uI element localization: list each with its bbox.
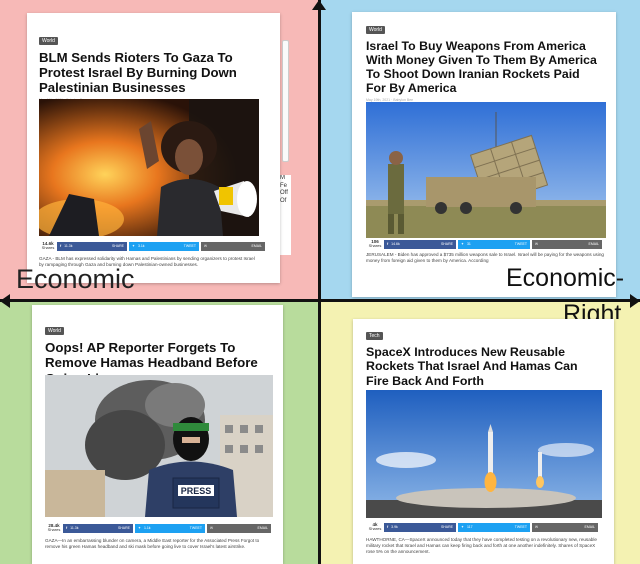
email-share-button[interactable]: ✉ EMAIL <box>201 241 265 251</box>
facebook-share-button[interactable]: f 11.3k SHARE <box>57 241 127 251</box>
email-icon: ✉ <box>535 525 538 529</box>
article-card-israel-weapons[interactable]: World Israel To Buy Weapons From America… <box>352 12 616 297</box>
twitter-share-button[interactable]: ✦ 1.1k TWEET <box>135 523 205 533</box>
article-excerpt: JERUSALEM - Biden has approved a $735 mi… <box>366 252 604 264</box>
article-date: May 19th, 2021 · Babylon Bee <box>366 97 414 102</box>
facebook-share-button[interactable]: f 11.3k SHARE <box>63 523 133 533</box>
twitter-share-button[interactable]: ✦ 117 TWEET <box>458 522 530 532</box>
article-headline[interactable]: SpaceX Introduces New Reusable Rockets T… <box>366 345 601 388</box>
axis-label-right: Economic- <box>506 264 625 292</box>
category-tag[interactable]: World <box>366 26 385 34</box>
twitter-share-button[interactable]: ✦ 3.1k TWEET <box>129 241 199 251</box>
article-headline[interactable]: Israel To Buy Weapons From America With … <box>366 39 602 96</box>
facebook-icon: f <box>387 525 389 529</box>
vertical-axis <box>318 0 321 564</box>
article-card-blm[interactable]: World BLM Sends Rioters To Gaza To Prote… <box>27 13 280 283</box>
article-photo[interactable] <box>39 99 259 236</box>
article-excerpt: HAWTHORNE, CA—SpaceX announced today tha… <box>366 537 597 555</box>
arrow-right-icon <box>630 294 640 308</box>
press-label: PRESS <box>181 486 212 496</box>
arrow-up-icon <box>312 0 326 10</box>
category-tag[interactable]: World <box>39 37 58 45</box>
facebook-icon: f <box>66 526 68 530</box>
article-photo[interactable] <box>366 390 602 518</box>
category-tag[interactable]: World <box>45 327 64 335</box>
arrow-left-icon <box>0 294 10 308</box>
twitter-icon: ✦ <box>138 526 141 530</box>
share-count: 28.4k Shares <box>47 522 61 533</box>
share-count: 106 Shares <box>368 238 382 249</box>
email-icon: ✉ <box>210 526 213 530</box>
article-photo[interactable]: PRESS <box>45 375 273 517</box>
article-headline[interactable]: BLM Sends Rioters To Gaza To Protest Isr… <box>39 50 268 96</box>
share-bar: 4k Shares f 3.9k SHARE ✦ 117 TWEET ✉ EMA… <box>366 522 602 532</box>
email-share-button[interactable]: ✉ EMAIL <box>532 522 598 532</box>
sidebar-divider <box>282 40 289 162</box>
twitter-icon: ✦ <box>461 525 464 529</box>
article-excerpt: GAZA—In an embarrassing blunder on camer… <box>45 538 260 550</box>
share-bar: 28.4k Shares f 11.3k SHARE ✦ 1.1k TWEET … <box>45 523 275 533</box>
share-count: 14.6k Shares <box>41 240 55 251</box>
share-bar: 106 Shares f 14.6k SHARE ✦ 31 TWEET ✉ EM… <box>366 239 606 249</box>
email-icon: ✉ <box>535 242 538 246</box>
facebook-icon: f <box>387 242 389 246</box>
twitter-icon: ✦ <box>132 244 135 248</box>
category-tag[interactable]: Tech <box>366 332 383 340</box>
sidebar-fragment: M Fe Off Of <box>279 175 291 255</box>
twitter-icon: ✦ <box>461 242 464 246</box>
facebook-share-button[interactable]: f 3.9k SHARE <box>384 522 456 532</box>
article-photo[interactable] <box>366 102 606 238</box>
email-share-button[interactable]: ✉ EMAIL <box>532 239 602 249</box>
axis-label-right-continued: Right <box>563 300 622 319</box>
article-card-spacex[interactable]: Tech SpaceX Introduces New Reusable Rock… <box>353 319 614 564</box>
facebook-share-button[interactable]: f 14.6k SHARE <box>384 239 456 249</box>
email-icon: ✉ <box>204 244 207 248</box>
article-card-ap-reporter[interactable]: World Oops! AP Reporter Forgets To Remov… <box>32 305 283 564</box>
facebook-icon: f <box>60 244 62 248</box>
twitter-share-button[interactable]: ✦ 31 TWEET <box>458 239 530 249</box>
share-bar: 14.6k Shares f 11.3k SHARE ✦ 3.1k TWEET … <box>39 241 269 251</box>
share-count: 4k Shares <box>368 521 382 532</box>
email-share-button[interactable]: ✉ EMAIL <box>207 523 271 533</box>
axis-label-left: Economic <box>16 264 135 294</box>
